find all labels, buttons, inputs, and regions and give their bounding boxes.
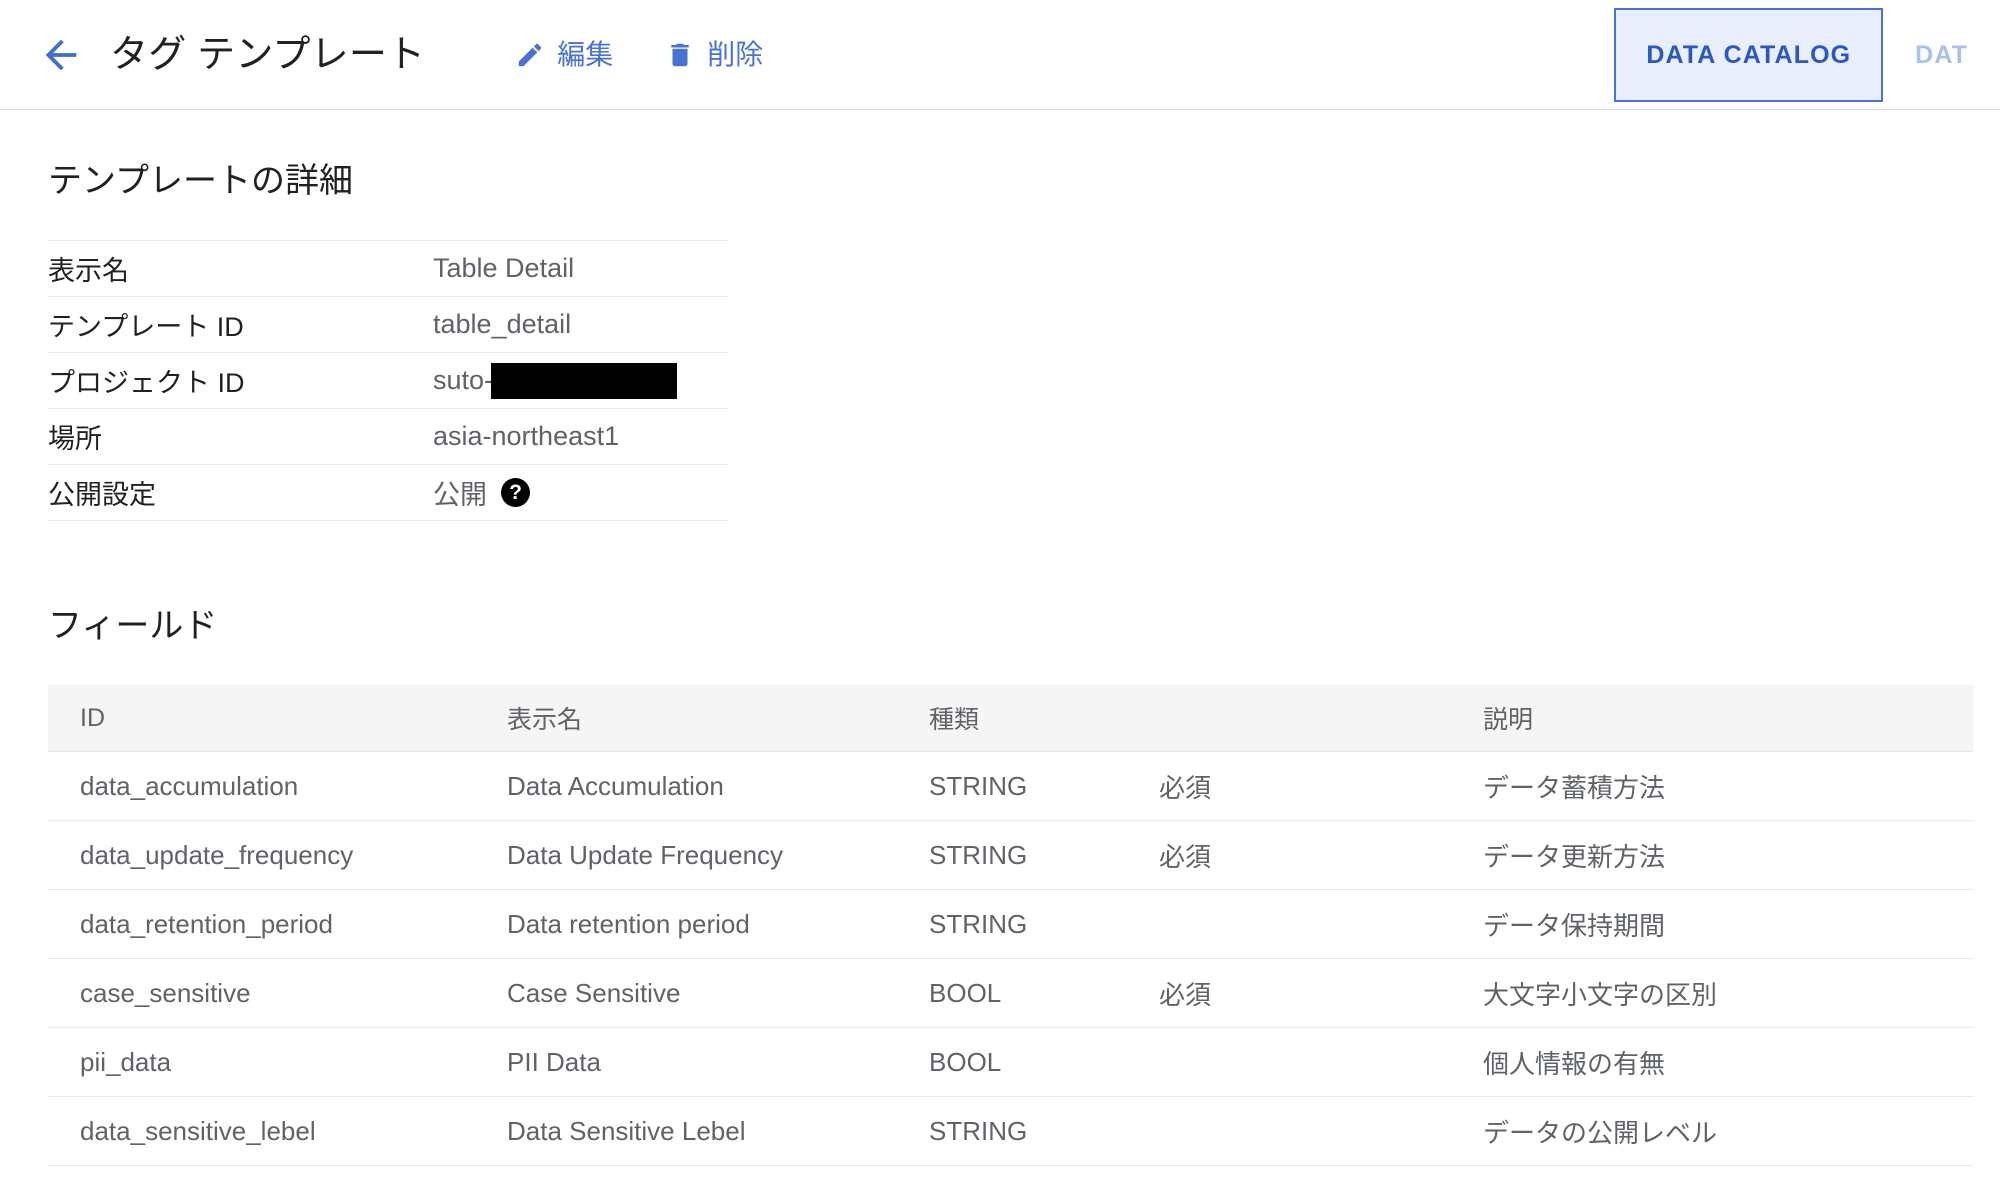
page-header: タグ テンプレート 編集 削除 DATA CATALOG DAT xyxy=(0,0,2000,110)
edit-button-label: 編集 xyxy=(557,38,614,70)
field-required-badge xyxy=(1159,1027,1451,1097)
field-display-name: Data Sensitive Lebel xyxy=(475,1096,897,1166)
visibility-text: 公開 xyxy=(433,480,487,510)
template-details-heading: テンプレートの詳細 xyxy=(48,162,353,200)
column-header-required xyxy=(1159,685,1451,752)
column-header-id: ID xyxy=(48,685,475,752)
pencil-icon xyxy=(518,43,542,66)
table-row: 場所 asia-northeast1 xyxy=(48,408,728,465)
column-header-description: 説明 xyxy=(1451,685,1973,752)
table-row: data_sensitive_lebel Data Sensitive Lebe… xyxy=(48,1096,1973,1166)
detail-value-visibility: 公開 ? xyxy=(433,464,728,521)
field-required-badge: 必須 xyxy=(1159,958,1451,1028)
field-id: case_sensitive xyxy=(48,958,475,1028)
field-description: 大文字小文字の区別 xyxy=(1451,958,1973,1028)
detail-key-location: 場所 xyxy=(48,408,433,465)
tab-data-catalog[interactable]: DATA CATALOG xyxy=(1614,8,1884,102)
delete-button-label: 削除 xyxy=(707,38,764,70)
field-required-badge xyxy=(1159,889,1451,959)
table-row: pii_data PII Data BOOL 個人情報の有無 xyxy=(48,1027,1973,1097)
table-header-row: ID 表示名 種類 説明 xyxy=(48,685,1973,752)
field-type: STRING xyxy=(897,751,1159,821)
field-description: データの公開レベル xyxy=(1451,1096,1973,1166)
detail-key-project-id: プロジェクト ID xyxy=(48,352,433,409)
detail-key-display-name: 表示名 xyxy=(48,240,433,297)
edit-button[interactable]: 編集 xyxy=(515,40,613,70)
table-row: 公開設定 公開 ? xyxy=(48,464,728,521)
field-type: BOOL xyxy=(897,958,1159,1028)
field-type: BOOL xyxy=(897,1027,1159,1097)
table-row: data_retention_period Data retention per… xyxy=(48,889,1973,959)
field-required-badge xyxy=(1159,1096,1451,1166)
fields-table: ID 表示名 種類 説明 data_accumulation Data Accu… xyxy=(48,685,1973,1166)
field-display-name: Case Sensitive xyxy=(475,958,897,1028)
delete-button[interactable]: 削除 xyxy=(665,40,763,70)
detail-value-location: asia-northeast1 xyxy=(433,408,728,465)
field-display-name: Data Update Frequency xyxy=(475,820,897,890)
field-description: データ更新方法 xyxy=(1451,820,1973,890)
field-type: STRING xyxy=(897,820,1159,890)
detail-value-project-id: suto- xyxy=(433,352,728,409)
field-id: pii_data xyxy=(48,1027,475,1097)
detail-key-template-id: テンプレート ID xyxy=(48,296,433,353)
redaction-block xyxy=(491,362,678,399)
table-row: プロジェクト ID suto- xyxy=(48,352,728,409)
table-row: 表示名 Table Detail xyxy=(48,240,728,297)
help-icon[interactable]: ? xyxy=(501,478,530,507)
field-description: データ蓄積方法 xyxy=(1451,751,1973,821)
field-display-name: PII Data xyxy=(475,1027,897,1097)
header-tabs: DATA CATALOG DAT xyxy=(1614,0,2000,110)
field-required-badge: 必須 xyxy=(1159,751,1451,821)
field-display-name: Data Accumulation xyxy=(475,751,897,821)
trash-icon xyxy=(671,43,689,66)
detail-value-template-id: table_detail xyxy=(433,296,728,353)
detail-value-display-name: Table Detail xyxy=(433,240,728,297)
field-id: data_update_frequency xyxy=(48,820,475,890)
field-id: data_sensitive_lebel xyxy=(48,1096,475,1166)
field-id: data_accumulation xyxy=(48,751,475,821)
fields-heading: フィールド xyxy=(48,607,218,645)
back-button[interactable] xyxy=(34,28,88,82)
column-header-type: 種類 xyxy=(897,685,1159,752)
page-content: テンプレートの詳細 表示名 Table Detail テンプレート ID tab… xyxy=(0,110,2000,1166)
arrow-left-icon xyxy=(45,39,77,70)
column-header-display-name: 表示名 xyxy=(475,685,897,752)
field-type: STRING xyxy=(897,1096,1159,1166)
header-actions: 編集 削除 xyxy=(515,40,763,70)
detail-key-visibility: 公開設定 xyxy=(48,464,433,521)
field-display-name: Data retention period xyxy=(475,889,897,959)
table-row: case_sensitive Case Sensitive BOOL 必須 大文… xyxy=(48,958,1973,1028)
table-row: data_update_frequency Data Update Freque… xyxy=(48,820,1973,890)
tab-data-secondary[interactable]: DAT xyxy=(1883,8,2000,102)
field-description: データ保持期間 xyxy=(1451,889,1973,959)
page-title: タグ テンプレート xyxy=(110,33,426,76)
field-id: data_retention_period xyxy=(48,889,475,959)
field-required-badge: 必須 xyxy=(1159,820,1451,890)
table-row: テンプレート ID table_detail xyxy=(48,296,728,353)
field-description: 個人情報の有無 xyxy=(1451,1027,1973,1097)
field-type: STRING xyxy=(897,889,1159,959)
template-details-table: 表示名 Table Detail テンプレート ID table_detail … xyxy=(48,240,728,521)
project-id-text: suto- xyxy=(433,365,494,395)
table-row: data_accumulation Data Accumulation STRI… xyxy=(48,751,1973,821)
